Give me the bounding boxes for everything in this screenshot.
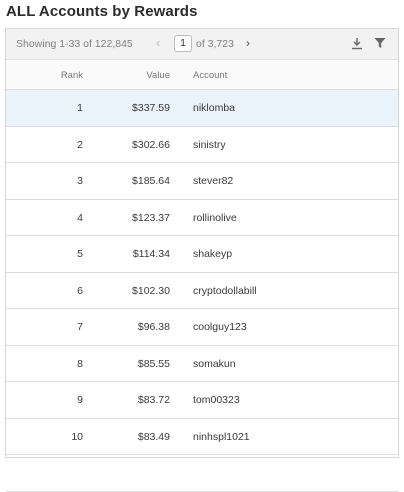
cell-account: rollinolive <box>193 211 237 224</box>
cell-value: $123.37 <box>132 211 170 224</box>
cell-rank: 6 <box>77 284 83 297</box>
table-row[interactable]: 5 $114.34 shakeyp <box>6 236 398 273</box>
table-row[interactable]: 1 $337.59 niklomba <box>6 90 398 127</box>
cell-rank: 4 <box>77 211 83 224</box>
next-page-button[interactable]: › <box>246 36 250 50</box>
table-body: 1 $337.59 niklomba 2 $302.66 sinistry 3 $185.64… <box>6 90 398 492</box>
filter-icon[interactable] <box>374 37 386 49</box>
cell-account: somakun <box>193 357 236 370</box>
table-row[interactable]: 6 $102.30 cryptodollabill <box>6 273 398 309</box>
cell-account: niklomba <box>193 102 236 114</box>
cell-rank: 5 <box>77 248 83 260</box>
cell-value: $185.64 <box>132 175 170 187</box>
cell-value: $85.55 <box>137 357 170 370</box>
table-row[interactable]: 10 $83.49 ninhspl1021 <box>6 419 398 455</box>
cell-value: $83.49 <box>137 430 170 443</box>
table-row[interactable]: 7 $96.38 coolguy123 <box>6 309 398 346</box>
download-icon[interactable] <box>351 37 363 50</box>
cell-rank: 8 <box>77 357 83 370</box>
cell-value: $83.72 <box>137 394 170 406</box>
cell-value: $96.38 <box>137 321 170 333</box>
header-account[interactable]: Account <box>193 70 227 81</box>
cell-account: coolguy123 <box>193 321 247 333</box>
table-row[interactable]: 9 $83.72 tom00323 <box>6 382 398 419</box>
cell-value: $114.34 <box>132 248 170 260</box>
cell-value: $302.66 <box>132 138 170 151</box>
page-number-input[interactable]: 1 <box>174 35 192 52</box>
prev-page-button[interactable]: ‹ <box>156 36 160 50</box>
cell-rank: 1 <box>77 102 83 114</box>
cell-rank: 7 <box>77 321 83 333</box>
cell-rank: 10 <box>71 430 83 443</box>
header-value[interactable]: Value <box>146 70 170 81</box>
cell-account: stever82 <box>193 175 234 187</box>
cell-value: $337.59 <box>132 102 170 114</box>
table-row[interactable]: 4 $123.37 rollinolive <box>6 200 398 236</box>
table-toolbar: Showing 1-33 of 122,845 ‹ 1 of 3,723 › <box>6 29 398 60</box>
cell-rank: 2 <box>77 138 83 151</box>
cell-value: $102.30 <box>132 284 170 297</box>
header-rank[interactable]: Rank <box>61 70 83 81</box>
page-title: ALL Accounts by Rewards <box>6 3 198 20</box>
table-row[interactable]: 3 $185.64 stever82 <box>6 163 398 200</box>
cell-account: tom00323 <box>193 394 240 406</box>
cell-rank: 3 <box>77 175 83 187</box>
cell-account: cryptodollabill <box>193 284 257 297</box>
table-header: Rank Value Account <box>6 60 398 90</box>
table-row[interactable]: 8 $85.55 somakun <box>6 346 398 382</box>
page-total: of 3,723 <box>196 38 234 50</box>
cell-account: ninhspl1021 <box>193 430 250 443</box>
accounts-table-panel: Showing 1-33 of 122,845 ‹ 1 of 3,723 › R… <box>5 28 399 492</box>
cell-rank: 9 <box>77 394 83 406</box>
cell-account: shakeyp <box>193 248 233 260</box>
cell-account: sinistry <box>193 138 226 151</box>
showing-count: Showing 1-33 of 122,845 <box>16 38 133 50</box>
table-row[interactable] <box>6 455 398 492</box>
table-row[interactable]: 2 $302.66 sinistry <box>6 127 398 163</box>
